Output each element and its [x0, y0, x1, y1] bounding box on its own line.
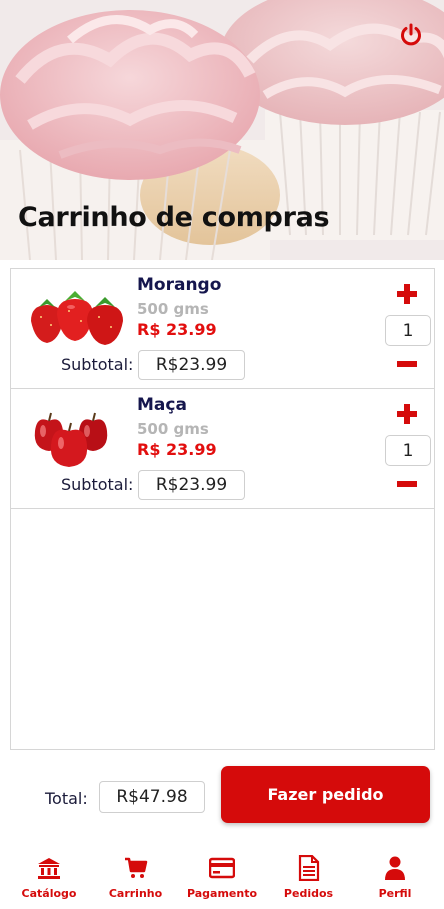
nav-item-perfil[interactable]: Perfil — [352, 850, 438, 909]
quantity-input[interactable]: 1 — [385, 435, 431, 466]
nav-label: Perfil — [378, 887, 412, 900]
nav-label: Catálogo — [21, 887, 77, 900]
product-name: Morango — [137, 275, 222, 295]
user-icon — [382, 855, 408, 881]
increase-quantity-button[interactable] — [396, 283, 418, 305]
product-price: R$ 23.99 — [137, 320, 217, 339]
minus-icon — [397, 481, 417, 487]
total-label: Total: — [45, 789, 88, 808]
credit-card-icon — [209, 855, 235, 881]
cart-item: Morango 500 gms R$ 23.99 Subtotal: R$23.… — [11, 269, 434, 389]
decrease-quantity-button[interactable] — [396, 353, 418, 375]
bottom-navigation: Catálogo Carrinho Pagamento Pedidos Perf… — [0, 850, 444, 909]
nav-label: Pedidos — [283, 887, 334, 900]
subtotal-value: R$23.99 — [138, 470, 245, 500]
apples-image — [34, 412, 108, 467]
bank-icon — [36, 855, 62, 881]
minus-icon — [397, 361, 417, 367]
nav-label: Carrinho — [108, 887, 163, 900]
strawberries-image — [31, 291, 123, 345]
header-banner: Carrinho de compras — [0, 0, 444, 260]
nav-label: Pagamento — [186, 887, 258, 900]
product-weight: 500 gms — [137, 300, 209, 318]
document-icon — [296, 855, 322, 881]
nav-item-pedidos[interactable]: Pedidos — [266, 850, 352, 909]
place-order-button[interactable]: Fazer pedido — [221, 766, 430, 823]
subtotal-label: Subtotal: — [61, 475, 134, 494]
plus-icon — [397, 284, 417, 304]
nav-item-carrinho[interactable]: Carrinho — [93, 850, 179, 909]
total-value: R$47.98 — [99, 781, 205, 813]
subtotal-label: Subtotal: — [61, 355, 134, 374]
product-name: Maça — [137, 395, 187, 415]
product-price: R$ 23.99 — [137, 440, 217, 459]
quantity-input[interactable]: 1 — [385, 315, 431, 346]
cart-list: Morango 500 gms R$ 23.99 Subtotal: R$23.… — [10, 268, 435, 750]
page-title: Carrinho de compras — [18, 202, 330, 233]
cart-icon — [123, 855, 149, 881]
subtotal-value: R$23.99 — [138, 350, 245, 380]
product-weight: 500 gms — [137, 420, 209, 438]
increase-quantity-button[interactable] — [396, 403, 418, 425]
nav-item-pagamento[interactable]: Pagamento — [179, 850, 265, 909]
power-icon — [401, 23, 421, 46]
logout-button[interactable] — [398, 22, 424, 48]
plus-icon — [397, 404, 417, 424]
cart-item: Maça 500 gms R$ 23.99 Subtotal: R$23.99 … — [11, 389, 434, 509]
decrease-quantity-button[interactable] — [396, 473, 418, 495]
nav-item-catalogo[interactable]: Catálogo — [6, 850, 92, 909]
